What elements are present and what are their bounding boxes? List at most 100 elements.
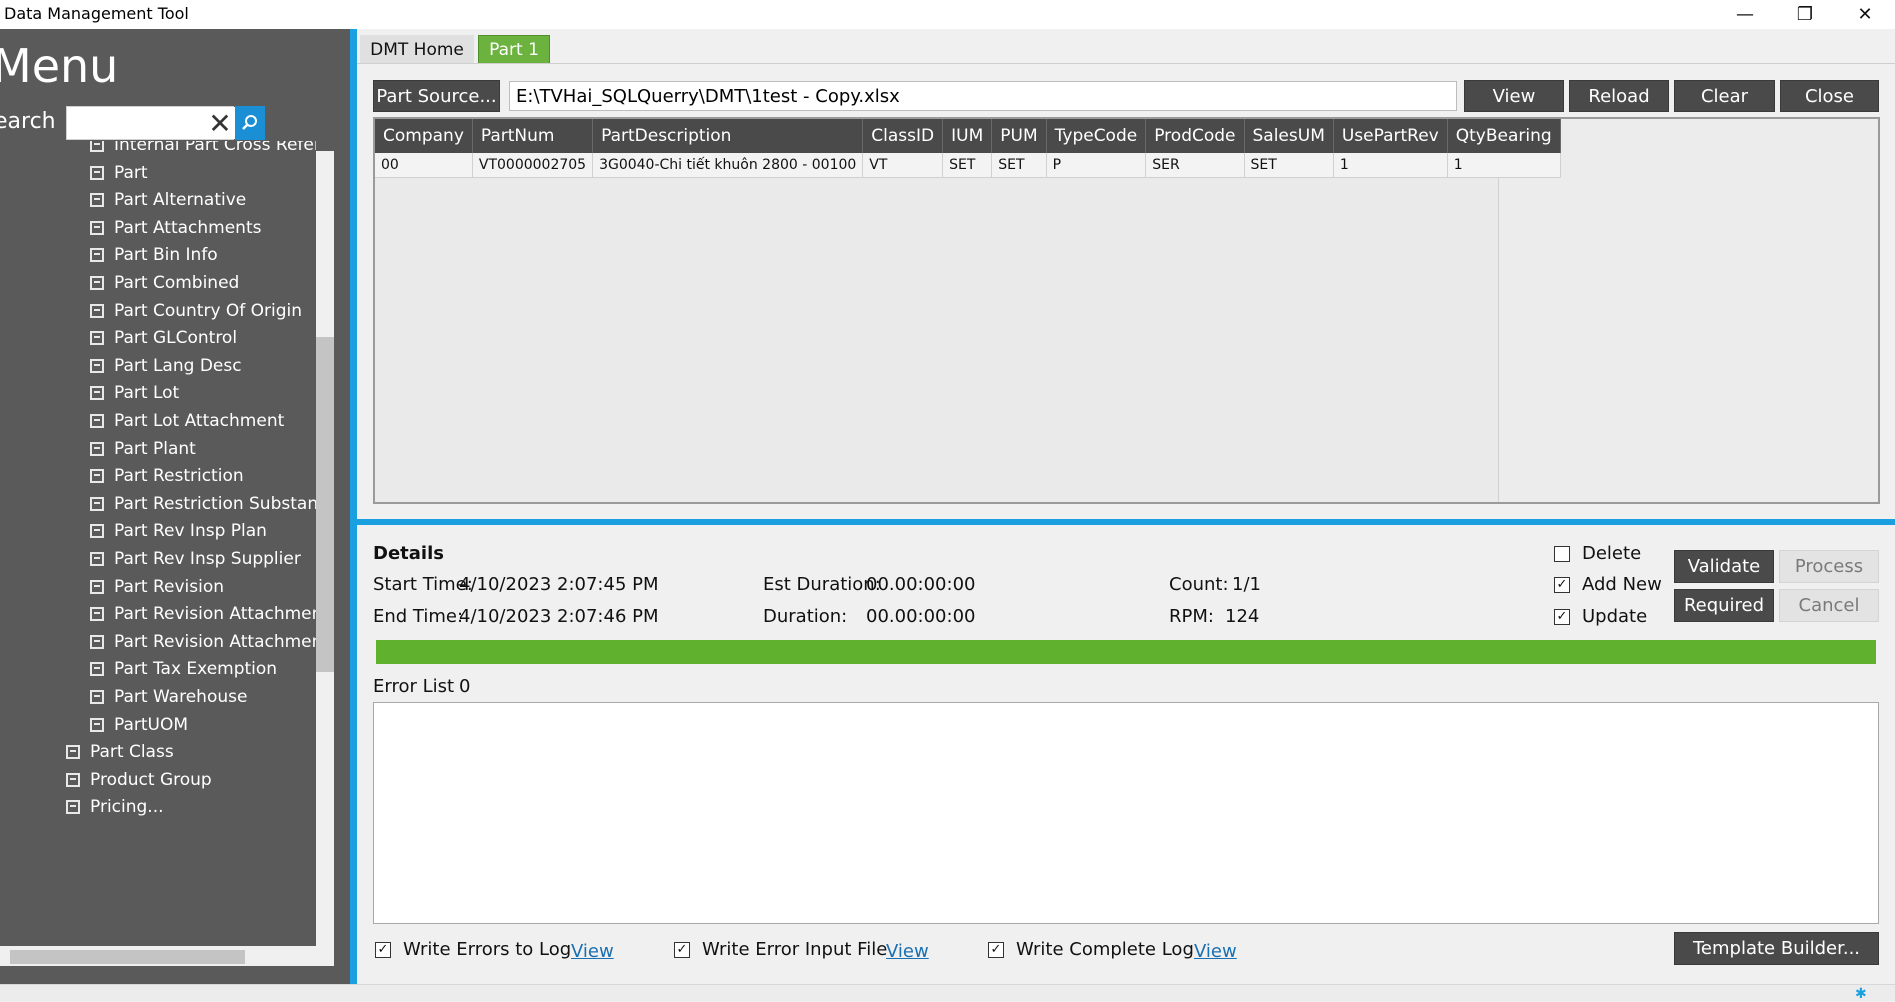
grid-cell[interactable]: 3G0040-Chi tiết khuôn 2800 - 00100: [592, 153, 864, 178]
sidebar-item[interactable]: Part Revision: [90, 573, 224, 601]
add-new-checkbox[interactable]: ✓ Add New: [1554, 574, 1662, 595]
sidebar-item-label: Part Warehouse: [114, 687, 248, 707]
end-time-label: End Time:: [373, 606, 464, 627]
sidebar-item[interactable]: Part Revision Attachment: [90, 600, 316, 628]
sidebar-item[interactable]: Part Lang Desc: [90, 352, 242, 380]
grid-cell[interactable]: SET: [942, 153, 993, 178]
grid-column-header[interactable]: ClassID: [862, 119, 944, 153]
grid-column-header[interactable]: Company: [375, 119, 473, 153]
sidebar-item[interactable]: Pricing...: [66, 793, 164, 821]
write-errors-checkbox-box[interactable]: ✓: [375, 941, 391, 958]
document-icon: [90, 331, 104, 346]
sidebar-item[interactable]: Part Bin Info: [90, 241, 218, 269]
sidebar-item[interactable]: Part Rev Insp Supplier: [90, 545, 301, 573]
grid-column-header[interactable]: QtyBearing: [1447, 119, 1561, 153]
close-window-button[interactable]: ✕: [1836, 0, 1894, 29]
panel-splitter[interactable]: [357, 519, 1895, 525]
sidebar-divider[interactable]: [350, 29, 357, 984]
sidebar-item[interactable]: Part Restriction: [90, 462, 244, 490]
clear-search-icon[interactable]: ✕: [205, 107, 235, 140]
sidebar-item-label: Product Group: [90, 769, 212, 790]
sidebar-item[interactable]: Internal Part Cross Referenc: [90, 141, 316, 159]
sidebar-item[interactable]: Part Warehouse: [90, 683, 247, 711]
grid-cell[interactable]: 1: [1333, 153, 1448, 178]
view-errors-log-link[interactable]: View: [571, 941, 614, 962]
grid-cell[interactable]: SET: [991, 153, 1047, 178]
validate-button[interactable]: Validate: [1674, 550, 1774, 583]
search-button[interactable]: [235, 106, 265, 140]
sidebar-item[interactable]: Part Class: [66, 738, 174, 766]
sidebar-item[interactable]: Part GLControl: [90, 324, 237, 352]
table-row[interactable]: 00 VT0000002705 3G0040-Chi tiết khuôn 2800…: [375, 153, 1561, 178]
write-error-input-checkbox[interactable]: ✓ Write Error Input File: [674, 939, 887, 960]
grid-column-header[interactable]: UsePartRev: [1333, 119, 1448, 153]
required-button[interactable]: Required: [1674, 589, 1774, 622]
cancel-button[interactable]: Cancel: [1779, 589, 1879, 622]
add-new-checkbox-box[interactable]: ✓: [1554, 576, 1570, 593]
close-button[interactable]: Close: [1780, 80, 1879, 112]
template-builder-button[interactable]: Template Builder...: [1674, 932, 1879, 965]
sidebar-item[interactable]: Part Attachments: [90, 214, 261, 242]
grid-column-header[interactable]: ProdCode: [1145, 119, 1245, 153]
update-checkbox-box[interactable]: ✓: [1554, 608, 1570, 625]
write-errors-checkbox[interactable]: ✓ Write Errors to Log: [375, 939, 571, 960]
view-button[interactable]: View: [1464, 80, 1564, 112]
write-errors-label: Write Errors to Log: [403, 939, 572, 960]
sidebar-item-label: Part Rev Insp Supplier: [114, 549, 301, 569]
view-error-input-link[interactable]: View: [886, 941, 929, 962]
delete-checkbox-box[interactable]: [1554, 545, 1570, 562]
write-error-input-checkbox-box[interactable]: ✓: [674, 941, 690, 958]
part-source-button[interactable]: Part Source...: [373, 80, 500, 112]
sidebar-item[interactable]: Part Plant: [90, 435, 196, 463]
grid-cell[interactable]: VT: [862, 153, 944, 178]
grid-column-header[interactable]: TypeCode: [1046, 119, 1147, 153]
sidebar-item[interactable]: Part Tax Exemption: [90, 655, 277, 683]
sidebar-item[interactable]: Part Rev Insp Plan: [90, 517, 267, 545]
sidebar-horizontal-scrollbar-thumb[interactable]: [10, 950, 245, 964]
search-icon: [242, 115, 257, 130]
reload-button[interactable]: Reload: [1569, 80, 1669, 112]
end-time-value: 4/10/2023 2:07:46 PM: [459, 606, 659, 627]
grid-column-header[interactable]: PUM: [991, 119, 1047, 153]
clear-button[interactable]: Clear: [1674, 80, 1775, 112]
sidebar-scrollbar-thumb[interactable]: [316, 337, 334, 672]
document-icon: [90, 634, 104, 649]
sidebar-item-label: Part GLControl: [114, 328, 238, 349]
grid-cell[interactable]: VT0000002705: [472, 153, 594, 178]
view-complete-log-link[interactable]: View: [1194, 941, 1237, 962]
sidebar-item-label: PartUOM: [114, 714, 189, 735]
error-list-box[interactable]: [373, 702, 1879, 924]
write-complete-checkbox-box[interactable]: ✓: [988, 941, 1004, 958]
sidebar-item[interactable]: PartUOM: [90, 711, 188, 739]
grid-cell[interactable]: P: [1046, 153, 1147, 178]
tab-part-1[interactable]: Part 1: [478, 35, 550, 64]
update-checkbox[interactable]: ✓ Update: [1554, 606, 1647, 627]
process-button[interactable]: Process: [1779, 550, 1879, 583]
sidebar-item[interactable]: Part Revision Attachment C: [90, 628, 316, 656]
minimize-button[interactable]: —: [1716, 0, 1774, 29]
sidebar-item[interactable]: Part Lot: [90, 379, 179, 407]
sidebar-item[interactable]: Part Lot Attachment: [90, 407, 284, 435]
grid-cell[interactable]: 00: [375, 153, 473, 178]
tab-dmt-home[interactable]: DMT Home: [360, 35, 474, 64]
write-complete-label: Write Complete Log: [1016, 939, 1194, 960]
grid-column-header[interactable]: SalesUM: [1244, 119, 1334, 153]
file-path-input[interactable]: [509, 81, 1457, 111]
sidebar-item[interactable]: Part Country Of Origin: [90, 297, 302, 325]
grid-column-header[interactable]: PartDescription: [592, 119, 864, 153]
grid-column-header[interactable]: PartNum: [472, 119, 594, 153]
delete-checkbox[interactable]: Delete: [1554, 543, 1641, 564]
maximize-button[interactable]: ❐: [1776, 0, 1834, 29]
sidebar-item[interactable]: Product Group: [66, 766, 212, 794]
sidebar-item[interactable]: Part: [90, 159, 148, 187]
grid-column-header[interactable]: IUM: [942, 119, 993, 153]
grid-cell[interactable]: 1: [1447, 153, 1561, 178]
grid-cell[interactable]: SER: [1145, 153, 1245, 178]
write-complete-checkbox[interactable]: ✓ Write Complete Log: [988, 939, 1194, 960]
sidebar-item-label: Part Restriction: [114, 466, 244, 487]
rpm-value: 124: [1225, 606, 1260, 627]
sidebar-item[interactable]: Part Restriction Substance: [90, 490, 316, 518]
sidebar-item[interactable]: Part Combined: [90, 269, 239, 297]
sidebar-item[interactable]: Part Alternative: [90, 186, 246, 214]
grid-cell[interactable]: SET: [1244, 153, 1334, 178]
